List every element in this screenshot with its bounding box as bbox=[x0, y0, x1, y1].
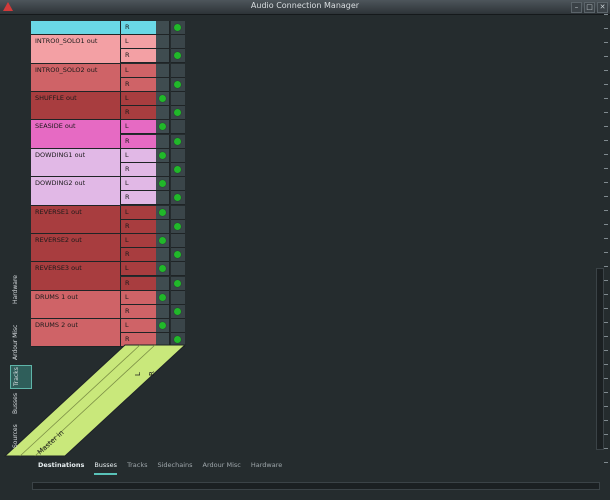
ruler-tick bbox=[604, 154, 608, 155]
tab-tracks[interactable]: Tracks bbox=[127, 461, 147, 475]
ruler-tick bbox=[604, 308, 608, 309]
side-tab-label: Tracks bbox=[13, 367, 20, 386]
horizontal-scrollbar[interactable] bbox=[32, 482, 600, 490]
tab-busses[interactable]: Busses bbox=[94, 461, 118, 475]
side-tab-label: Ardour Misc bbox=[12, 324, 19, 360]
ruler-tick bbox=[604, 252, 608, 253]
destination-group-tabs: Destinations Busses Tracks Sidechains Ar… bbox=[38, 461, 282, 475]
ruler-tick bbox=[604, 140, 608, 141]
ruler-tick bbox=[604, 56, 608, 57]
ruler-tick bbox=[604, 70, 608, 71]
ruler-tick bbox=[604, 280, 608, 281]
side-tab-ardour-misc[interactable]: Ardour Misc bbox=[10, 310, 30, 362]
ruler-tick bbox=[604, 238, 608, 239]
ruler-tick bbox=[604, 224, 608, 225]
side-tab-hardware[interactable]: Hardware bbox=[10, 270, 30, 306]
ruler-tick bbox=[604, 406, 608, 407]
ruler-tick bbox=[604, 462, 608, 463]
tab-sidechains[interactable]: Sidechains bbox=[157, 461, 192, 475]
bus-port-r: R bbox=[148, 371, 156, 376]
ruler-tick bbox=[604, 210, 608, 211]
ruler-tick bbox=[604, 98, 608, 99]
ruler-tick bbox=[604, 14, 608, 15]
bus-label-diagonal: Master in L R bbox=[3, 344, 187, 457]
ruler-tick bbox=[604, 266, 608, 267]
ruler-tick bbox=[604, 42, 608, 43]
bus-port-l: L bbox=[134, 372, 142, 376]
side-tab-sources[interactable]: Sources bbox=[10, 420, 30, 450]
tab-hardware[interactable]: Hardware bbox=[251, 461, 282, 475]
vertical-ruler bbox=[604, 14, 610, 474]
ruler-tick bbox=[604, 392, 608, 393]
vertical-scrollbar[interactable] bbox=[596, 268, 604, 450]
ruler-tick bbox=[604, 434, 608, 435]
ruler-tick bbox=[604, 448, 608, 449]
ruler-tick bbox=[604, 182, 608, 183]
ruler-tick bbox=[604, 112, 608, 113]
ruler-tick bbox=[604, 294, 608, 295]
ruler-tick bbox=[604, 420, 608, 421]
ruler-tick bbox=[604, 350, 608, 351]
side-tab-tracks[interactable]: Tracks bbox=[10, 365, 32, 389]
ruler-tick bbox=[604, 336, 608, 337]
ruler-tick bbox=[604, 322, 608, 323]
side-tab-label: Sources bbox=[12, 424, 19, 448]
ruler-tick bbox=[604, 378, 608, 379]
ruler-tick bbox=[604, 196, 608, 197]
side-tab-label: Busses bbox=[12, 393, 19, 414]
ruler-tick bbox=[604, 84, 608, 85]
ruler-tick bbox=[604, 126, 608, 127]
side-tab-label: Hardware bbox=[12, 275, 19, 304]
side-tab-busses[interactable]: Busses bbox=[10, 390, 30, 416]
ruler-tick bbox=[604, 364, 608, 365]
ruler-tick bbox=[604, 168, 608, 169]
tab-ardour-misc[interactable]: Ardour Misc bbox=[203, 461, 241, 475]
ruler-tick bbox=[604, 28, 608, 29]
destinations-label: Destinations bbox=[38, 461, 85, 469]
